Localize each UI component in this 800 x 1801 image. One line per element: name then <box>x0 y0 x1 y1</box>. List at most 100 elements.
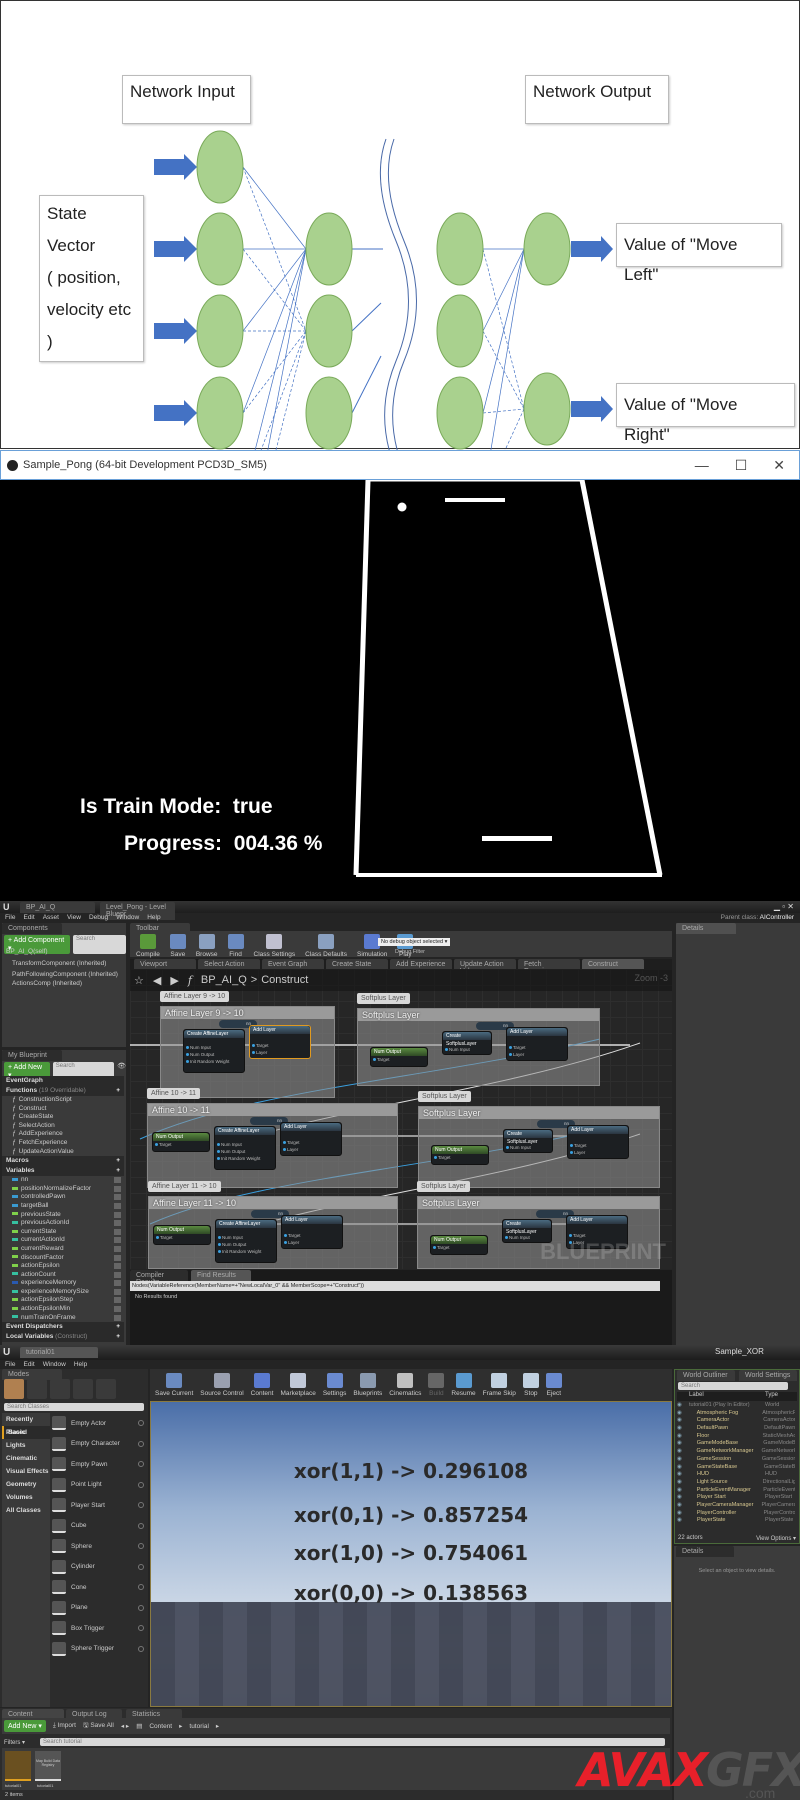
macros-section[interactable]: Macros + <box>2 1156 124 1167</box>
function-item[interactable]: ƒ UpdateActionValue <box>2 1148 124 1157</box>
category-item[interactable]: All Classes <box>2 1504 50 1517</box>
category-item[interactable]: Lights <box>2 1439 50 1452</box>
create-affine-node[interactable]: Create AffineLayer Num Input Num Output Ini… <box>215 1219 277 1263</box>
visibility-eye-icon[interactable]: ◉ <box>677 1517 687 1525</box>
comment-box[interactable]: Affine Layer 9 -> 10 Create AffineLayer Nu… <box>160 1006 335 1098</box>
component-item[interactable]: PathFollowingComponent (Inherited) <box>2 971 126 980</box>
tab-tutorial01[interactable]: tutorial01 <box>20 1347 98 1358</box>
add-local-variable-icon[interactable]: + <box>116 1332 120 1342</box>
foliage-mode-icon[interactable] <box>73 1379 93 1399</box>
info-icon[interactable] <box>138 1625 144 1632</box>
functions-section[interactable]: Functions (19 Overridable) + <box>2 1086 124 1096</box>
outliner-row[interactable]: ◉ DefaultPawn DefaultPawn <box>677 1425 795 1433</box>
comment-bubble[interactable]: Softplus Layer <box>418 1091 471 1102</box>
variable-item[interactable]: currentState <box>2 1228 124 1237</box>
category-item[interactable]: Visual Effects <box>2 1465 50 1478</box>
category-item[interactable]: Recently Placed <box>2 1413 50 1436</box>
add-layer-node[interactable]: Add Layer Target Layer <box>506 1027 568 1061</box>
node-pin[interactable]: Target <box>371 1056 427 1063</box>
close-button[interactable]: ✕ <box>773 457 785 474</box>
variables-section[interactable]: Variables + <box>2 1166 124 1177</box>
placeable-item[interactable]: Player Start <box>52 1495 146 1516</box>
menu-asset[interactable]: Asset <box>43 913 59 923</box>
toolbar-cinematics-button[interactable]: Cinematics <box>389 1373 421 1397</box>
function-item[interactable]: ƒ Construct <box>2 1105 124 1114</box>
toolbar-find-button[interactable]: Find <box>227 934 244 958</box>
add-new-button[interactable]: Add New ▾ <box>4 1720 46 1732</box>
variable-item[interactable]: currentReward <box>2 1245 124 1254</box>
graph-tab[interactable]: Event Graph <box>262 959 324 969</box>
filters-button[interactable]: Filters ▾ <box>4 1739 25 1746</box>
outliner-row[interactable]: ◉ GameStateBase GameStateB <box>677 1464 795 1472</box>
tab-my-blueprint[interactable]: My Blueprint <box>2 1050 62 1061</box>
variable-item[interactable]: previousActionId <box>2 1219 124 1228</box>
create-softplus-node[interactable]: Create SoftplusLayer Num Input <box>503 1129 553 1153</box>
visibility-eye-icon[interactable] <box>114 1245 121 1252</box>
comment-bubble[interactable]: Softplus Layer <box>417 1181 470 1192</box>
view-options-button[interactable]: View Options ▾ <box>756 1535 796 1542</box>
graph-tab[interactable]: Fetch Experience <box>518 959 580 975</box>
placeable-item[interactable]: Empty Actor <box>52 1413 146 1434</box>
add-layer-node[interactable]: Add Layer Target Layer <box>281 1215 343 1249</box>
visibility-eye-icon[interactable] <box>114 1177 121 1184</box>
menu-help[interactable]: Help <box>74 1360 87 1369</box>
visibility-eye-icon[interactable] <box>114 1185 121 1192</box>
outliner-row[interactable]: ◉ CameraActor CameraActor <box>677 1417 795 1425</box>
variable-item[interactable]: actionCount <box>2 1271 124 1280</box>
toolbar-marketplace-button[interactable]: Marketplace <box>280 1373 316 1397</box>
node-pin[interactable]: Target <box>250 1042 310 1049</box>
outliner-row[interactable]: ◉ GameSession GameSession <box>677 1456 795 1464</box>
visibility-eye-icon[interactable]: ◉ <box>677 1456 687 1464</box>
variable-item[interactable]: actionEpsilon <box>2 1262 124 1271</box>
toolbar-class-defaults-button[interactable]: Class Defaults <box>305 934 347 958</box>
placeable-item[interactable]: Cube <box>52 1516 146 1537</box>
outliner-row[interactable]: ◉ ParticleEventManager ParticleEvent <box>677 1487 795 1495</box>
visibility-eye-icon[interactable]: ◉ <box>677 1448 687 1456</box>
tab-details[interactable]: Details <box>676 923 736 934</box>
tab-components[interactable]: Components <box>2 923 62 934</box>
local-variables-section[interactable]: Local Variables (Construct) + <box>2 1332 124 1343</box>
category-item[interactable]: Geometry <box>2 1478 50 1491</box>
add-layer-node[interactable]: Add Layer Target Layer <box>249 1025 311 1059</box>
visibility-eye-icon[interactable] <box>114 1271 121 1278</box>
placeable-item[interactable]: Sphere <box>52 1536 146 1557</box>
node-pin[interactable]: Target <box>432 1154 488 1161</box>
outliner-row[interactable]: ◉ Player Start PlayerStart <box>677 1494 795 1502</box>
visibility-eye-icon[interactable] <box>114 1297 121 1304</box>
visibility-eye-icon[interactable] <box>114 1288 121 1295</box>
comment-box[interactable]: Affine 10 -> 11 Num Output Target Create Af… <box>147 1103 398 1188</box>
variable-item[interactable]: targetBall <box>2 1202 124 1211</box>
toolbar-build-button[interactable]: Build <box>428 1373 445 1397</box>
node-pin[interactable]: Num Output <box>216 1241 276 1248</box>
info-icon[interactable] <box>138 1420 144 1427</box>
asset-build-data-tile[interactable]: Map Build Data Registry <box>35 1751 61 1781</box>
function-item[interactable]: ƒ ConstructionScript <box>2 1096 124 1105</box>
tab-world-settings[interactable]: World Settings <box>739 1370 797 1381</box>
visibility-eye-icon[interactable] <box>114 1263 121 1270</box>
event-graph-item[interactable]: EventGraph <box>2 1076 124 1086</box>
tab-find-results[interactable]: Find Results <box>191 1270 251 1281</box>
add-layer-node[interactable]: Add Layer Target Layer <box>280 1122 342 1156</box>
category-item[interactable]: Volumes <box>2 1491 50 1504</box>
node-pin[interactable]: Layer <box>568 1149 628 1156</box>
comment-box[interactable]: Softplus Layer Num Output Target Create Sof… <box>357 1008 600 1086</box>
placeable-item[interactable]: Point Light <box>52 1475 146 1496</box>
visibility-eye-icon[interactable] <box>114 1254 121 1261</box>
node-pin[interactable]: Num Input <box>504 1144 552 1151</box>
placeable-item[interactable]: Cylinder <box>52 1557 146 1578</box>
node-pin[interactable]: Layer <box>282 1239 342 1246</box>
component-item[interactable]: ActionsComp (Inherited) <box>2 980 126 989</box>
outliner-row[interactable]: ◉ GameModeBase GameModeB <box>677 1440 795 1448</box>
toolbar-save-current-button[interactable]: Save Current <box>155 1373 193 1397</box>
variable-item[interactable]: previousState <box>2 1211 124 1220</box>
outliner-row[interactable]: ◉ PlayerController PlayerContro <box>677 1510 795 1518</box>
toolbar-blueprints-button[interactable]: Blueprints <box>353 1373 382 1397</box>
path-tutorial[interactable]: tutorial <box>189 1723 209 1730</box>
visibility-eye-icon[interactable] <box>114 1280 121 1287</box>
info-icon[interactable] <box>138 1584 144 1591</box>
info-icon[interactable] <box>138 1502 144 1509</box>
placeable-item[interactable]: Empty Character <box>52 1434 146 1455</box>
visibility-eye-icon[interactable]: ◉ <box>677 1410 687 1418</box>
outliner-row[interactable]: ◉ Light Source DirectionalLig <box>677 1479 795 1487</box>
search-tutorial-input[interactable]: Search tutorial <box>40 1738 665 1746</box>
